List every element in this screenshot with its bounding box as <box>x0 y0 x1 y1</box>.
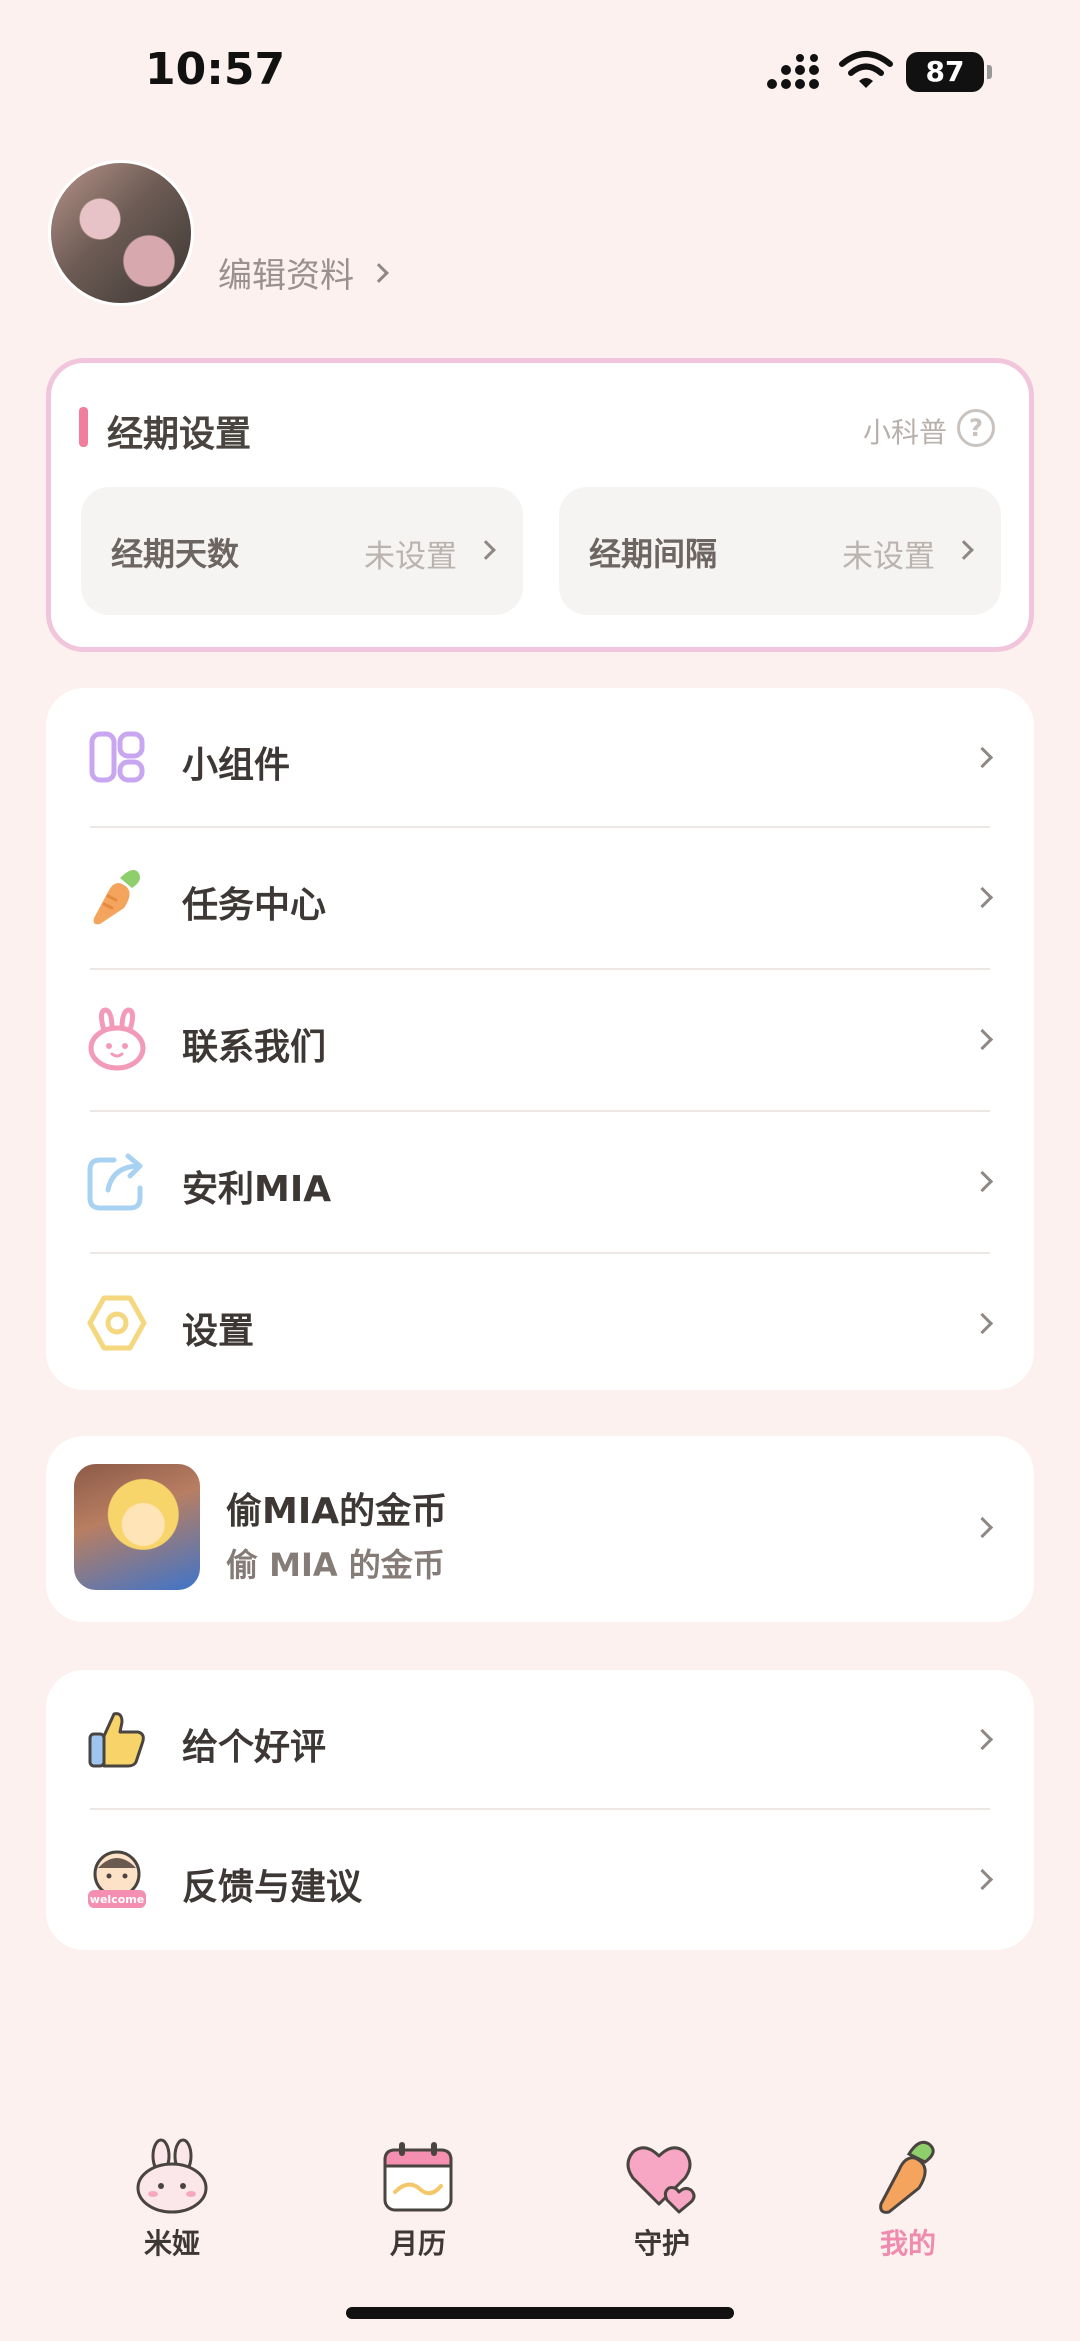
feedback-card: 给个好评 welcome 反馈与建议 <box>46 1670 1034 1950</box>
chevron-right-icon <box>476 540 496 560</box>
cellular-signal-icon <box>767 54 819 89</box>
tab-label: 米娅 <box>143 2227 200 2260</box>
chevron-right-icon <box>971 886 994 909</box>
wifi-icon <box>839 51 893 88</box>
period-interval-label: 经期间隔 <box>589 535 718 573</box>
carrot-tab-icon <box>879 2140 935 2214</box>
menu-item-recommend-mia[interactable]: 安利MIA <box>46 1112 1034 1252</box>
coin-game-thumbnail <box>74 1464 200 1590</box>
period-settings-card: 经期设置 小科普 ? 经期天数 未设置 经期间隔 未设置 <box>46 358 1034 652</box>
tab-calendar[interactable]: 月历 <box>358 2138 478 2262</box>
thumbs-up-icon <box>88 1712 145 1768</box>
menu-item-label: 任务中心 <box>182 885 327 926</box>
menu-card: 小组件 任务中心 联系我们 安利MIA 设置 <box>46 688 1034 1390</box>
widget-icon <box>89 731 145 783</box>
edit-profile-label: 编辑资料 <box>218 256 354 296</box>
carrot-icon <box>93 870 140 925</box>
menu-item-label: 设置 <box>182 1311 255 1352</box>
chevron-right-icon <box>971 1312 994 1335</box>
avatar[interactable] <box>48 160 194 306</box>
menu-item-label: 给个好评 <box>182 1727 327 1768</box>
chevron-right-icon <box>971 1028 994 1051</box>
welcome-badge-text: welcome <box>90 1893 144 1906</box>
menu-item-label: 安利MIA <box>182 1169 332 1210</box>
share-icon <box>87 1153 143 1211</box>
tab-guard[interactable]: 守护 <box>602 2138 722 2262</box>
bunny-icon <box>88 1007 146 1071</box>
bunny-tab-icon <box>136 2138 208 2214</box>
title-accent-bar <box>79 407 88 447</box>
tab-mine[interactable]: 我的 <box>848 2138 968 2262</box>
coin-game-card[interactable]: 偷MIA的金币 偷 MIA 的金币 <box>46 1436 1034 1622</box>
menu-item-label: 联系我们 <box>182 1027 327 1068</box>
chevron-right-icon <box>954 540 974 560</box>
battery-indicator: 87 <box>906 52 992 92</box>
coin-game-subtitle: 偷 MIA 的金币 <box>226 1546 445 1584</box>
status-bar: 10:57 87 <box>0 0 1080 140</box>
edit-profile-link[interactable]: 编辑资料 <box>218 248 389 297</box>
chevron-right-icon <box>971 746 994 769</box>
home-indicator[interactable] <box>346 2307 734 2319</box>
menu-item-widgets[interactable]: 小组件 <box>46 688 1034 828</box>
chevron-right-icon <box>971 1516 994 1539</box>
period-days-value: 未设置 <box>364 539 457 575</box>
help-icon[interactable]: ? <box>957 409 995 447</box>
coin-game-title: 偷MIA的金币 <box>226 1491 448 1532</box>
chevron-right-icon <box>971 1728 994 1751</box>
period-interval-button[interactable]: 经期间隔 未设置 <box>559 487 1001 615</box>
tab-label: 月历 <box>389 2227 446 2260</box>
menu-item-settings[interactable]: 设置 <box>46 1254 1034 1394</box>
menu-item-label: 小组件 <box>182 745 291 786</box>
heart-tab-icon <box>626 2146 696 2214</box>
period-settings-title: 经期设置 <box>107 414 252 455</box>
menu-item-label: 反馈与建议 <box>182 1867 363 1908</box>
tab-label: 我的 <box>879 2227 936 2260</box>
chevron-right-icon <box>369 262 389 283</box>
period-days-label: 经期天数 <box>111 535 240 573</box>
menu-item-task-center[interactable]: 任务中心 <box>46 828 1034 968</box>
science-link[interactable]: 小科普 <box>863 411 947 451</box>
welcome-face-icon: welcome <box>88 1850 146 1908</box>
tab-label: 守护 <box>633 2227 690 2260</box>
tab-mia[interactable]: 米娅 <box>112 2138 232 2262</box>
menu-item-feedback[interactable]: welcome 反馈与建议 <box>46 1810 1034 1950</box>
period-days-button[interactable]: 经期天数 未设置 <box>81 487 523 615</box>
menu-item-rate-app[interactable]: 给个好评 <box>46 1670 1034 1810</box>
settings-icon <box>87 1295 147 1351</box>
menu-item-contact-us[interactable]: 联系我们 <box>46 970 1034 1110</box>
calendar-tab-icon <box>383 2142 453 2212</box>
period-interval-value: 未设置 <box>842 539 935 575</box>
chevron-right-icon <box>971 1868 994 1891</box>
status-time: 10:57 <box>145 44 286 95</box>
chevron-right-icon <box>971 1170 994 1193</box>
